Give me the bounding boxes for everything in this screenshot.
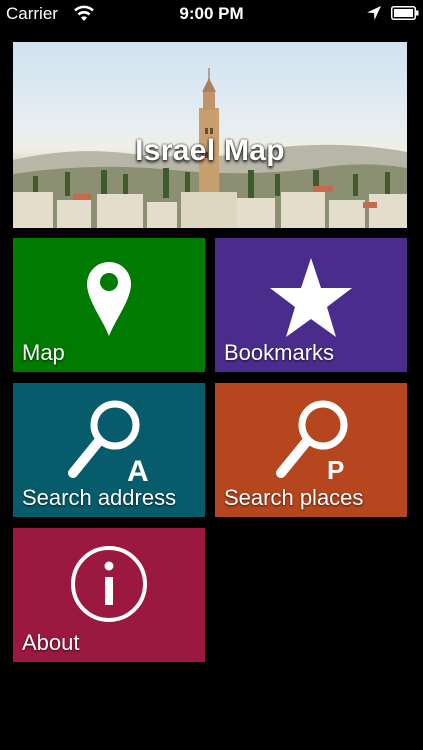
location-arrow-icon bbox=[367, 6, 381, 20]
status-bar: Carrier 9:00 PM bbox=[0, 0, 423, 28]
svg-text:A: A bbox=[127, 455, 149, 488]
svg-text:P: P bbox=[327, 455, 344, 485]
star-icon bbox=[270, 258, 352, 337]
search-address-icon: A bbox=[68, 400, 149, 488]
about-tile-label: About bbox=[22, 630, 80, 655]
search-address-tile-button[interactable]: A Search address bbox=[13, 383, 205, 517]
bookmarks-tile-button[interactable]: Bookmarks bbox=[215, 238, 407, 372]
bookmarks-tile-label: Bookmarks bbox=[224, 340, 335, 365]
battery-icon bbox=[391, 6, 419, 20]
info-icon bbox=[71, 546, 147, 622]
search-address-tile-label: Search address bbox=[22, 485, 177, 510]
search-places-icon: P bbox=[276, 400, 348, 485]
search-places-tile-button[interactable]: P Search places bbox=[215, 383, 407, 517]
app-title: Israel Map bbox=[135, 134, 285, 167]
clock-time: 9:00 PM bbox=[179, 4, 244, 23]
map-tile-label: Map bbox=[22, 340, 65, 365]
map-tile-button[interactable]: Map bbox=[13, 238, 205, 372]
banner: Israel Map bbox=[13, 42, 407, 228]
search-places-tile-label: Search places bbox=[224, 485, 364, 510]
about-tile-button[interactable]: About bbox=[13, 528, 205, 662]
map-pin-icon bbox=[87, 262, 131, 336]
